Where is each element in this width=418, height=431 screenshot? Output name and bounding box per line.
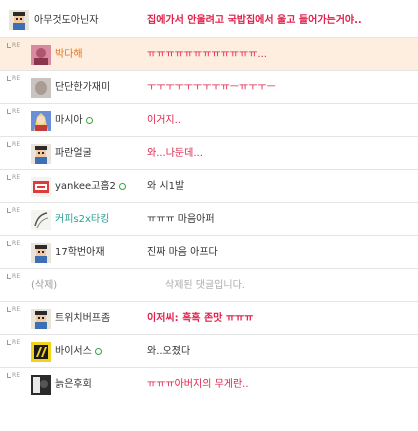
- comment-text: ㅠㅠㅠ 마음아퍼: [147, 214, 215, 225]
- pixel-character-avatar[interactable]: [31, 243, 51, 263]
- reply-marker: RE: [7, 109, 20, 115]
- online-status-icon: [85, 117, 93, 124]
- comment-row: 아무것도아닌자 집에가서 안울려고 국밥집에서 울고 들어가는거야..: [0, 4, 418, 38]
- comment-list: 아무것도아닌자 집에가서 안울려고 국밥집에서 울고 들어가는거야.. RE 박…: [0, 4, 418, 401]
- pixel-character-avatar[interactable]: [31, 144, 51, 164]
- comment-nickname[interactable]: yankee고홈2: [55, 180, 126, 194]
- comment-row: RE 박다해 ㅠㅠㅠㅠㅠㅠㅠㅠㅠㅠㅠㅠ...: [0, 38, 418, 71]
- comment-text: 와..오졌다: [147, 346, 191, 357]
- reply-marker: RE: [7, 373, 20, 379]
- comment-text: ㅜㅜㅜㅜㅜㅜㅜㅜㅠㅡㅠㅜㅜㅡ: [147, 82, 276, 93]
- comment-row: RE 커피s2x타킹 ㅠㅠㅠ 마음아퍼: [0, 203, 418, 236]
- comment-row: RE (삭제) 삭제된 댓글입니다.: [0, 269, 418, 302]
- comment-nickname[interactable]: 바이서스: [55, 345, 102, 359]
- pixel-character-avatar[interactable]: [9, 10, 29, 30]
- comment-nickname[interactable]: 17학번아재: [55, 246, 105, 260]
- deleted-nickname: (삭제): [31, 280, 58, 291]
- reply-marker: RE: [7, 340, 20, 346]
- comment-row: RE 바이서스 와..오졌다: [0, 335, 418, 368]
- comment-row: RE 단단한가재미 ㅜㅜㅜㅜㅜㅜㅜㅜㅠㅡㅠㅜㅜㅡ: [0, 71, 418, 104]
- comment-row: RE 17학번아재 진짜 마음 아프다: [0, 236, 418, 269]
- reply-marker: RE: [7, 142, 20, 148]
- pink-photo-avatar[interactable]: [31, 45, 51, 65]
- comment-text: 와...나둔데...: [147, 148, 203, 159]
- anime-character-avatar[interactable]: [31, 111, 51, 131]
- nickname-text[interactable]: yankee고홈2: [55, 181, 116, 192]
- reply-marker: RE: [7, 76, 20, 82]
- comment-nickname[interactable]: 마시아: [55, 114, 93, 128]
- comment-row: RE yankee고홈2 와 시1발: [0, 170, 418, 203]
- comment-row: RE 늙은후회 ㅠㅠㅠ아버지의 무게란..: [0, 368, 418, 401]
- comment-text: 와 시1발: [147, 181, 185, 192]
- reply-marker: RE: [7, 208, 20, 214]
- reply-marker: RE: [7, 43, 20, 49]
- nickname-text[interactable]: 바이서스: [55, 346, 92, 357]
- pixel-character-avatar[interactable]: [31, 309, 51, 329]
- comment-nickname[interactable]: 아무것도아닌자: [34, 14, 98, 28]
- comment-text: ㅠㅠㅠ아버지의 무게란..: [147, 379, 249, 390]
- comment-row: RE 파란얼굴 와...나둔데...: [0, 137, 418, 170]
- comment-row: RE 트위치버프좀 이저씨: 흑흑 존맛 ㅠㅠㅠ: [0, 302, 418, 335]
- yellow-black-logo-avatar[interactable]: [31, 342, 51, 362]
- online-status-icon: [118, 183, 126, 190]
- yankee-logo-avatar[interactable]: [31, 177, 51, 197]
- reply-marker: RE: [7, 175, 20, 181]
- comment-nickname[interactable]: 늙은후회: [55, 378, 92, 392]
- deleted-comment-text: 삭제된 댓글입니다.: [165, 280, 245, 291]
- reply-marker: RE: [7, 241, 20, 247]
- online-status-icon: [94, 348, 102, 355]
- comment-nickname[interactable]: 파란얼굴: [55, 147, 92, 161]
- reply-marker: RE: [7, 307, 20, 313]
- comment-nickname[interactable]: 트위치버프좀: [55, 312, 110, 326]
- blurred-photo-avatar[interactable]: [31, 78, 51, 98]
- comment-nickname[interactable]: 박다해: [55, 48, 83, 62]
- reply-marker: RE: [7, 274, 20, 280]
- comment-text: ㅠㅠㅠㅠㅠㅠㅠㅠㅠㅠㅠㅠ...: [147, 49, 267, 60]
- comment-nickname[interactable]: 커피s2x타킹: [55, 213, 109, 227]
- comment-nickname[interactable]: 단단한가재미: [55, 81, 110, 95]
- comment-text: 이거지..: [147, 115, 181, 126]
- comment-text: 이저씨: 흑흑 존맛 ㅠㅠㅠ: [147, 313, 254, 324]
- comment-text: 집에가서 안울려고 국밥집에서 울고 들어가는거야..: [147, 15, 362, 26]
- dark-photo-avatar[interactable]: [31, 375, 51, 395]
- sketch-avatar[interactable]: [31, 210, 51, 230]
- comment-row: RE 마시아 이거지..: [0, 104, 418, 137]
- comment-text: 진짜 마음 아프다: [147, 247, 218, 258]
- nickname-text[interactable]: 마시아: [55, 115, 83, 126]
